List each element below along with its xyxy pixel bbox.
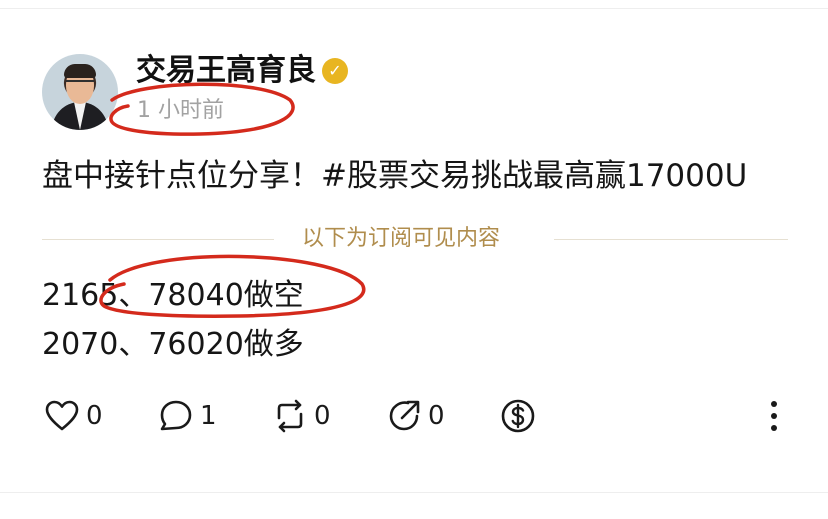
like-count: 0 — [86, 401, 103, 431]
repost-icon — [277, 399, 303, 433]
avatar-hair — [64, 64, 96, 78]
share-button[interactable]: 0 — [386, 396, 445, 436]
content-line-short: 2165、78040做空 — [42, 278, 304, 313]
bottom-divider — [0, 492, 828, 519]
verified-badge-icon: ✓ — [322, 58, 348, 84]
avatar[interactable] — [42, 54, 118, 130]
more-options-button[interactable] — [762, 396, 786, 436]
repost-button[interactable]: 0 — [272, 396, 331, 436]
repost-count: 0 — [314, 401, 331, 431]
share-icon — [389, 400, 420, 431]
divider-line-left — [42, 239, 274, 240]
tip-button[interactable] — [500, 396, 536, 436]
like-button[interactable]: 0 — [44, 396, 103, 436]
red-annotation-overlay — [99, 82, 366, 318]
more-vertical-icon — [771, 401, 777, 431]
tip-dollar-icon — [501, 399, 535, 433]
comment-count: 1 — [200, 401, 217, 431]
post-text: 盘中接针点位分享！#股票交易挑战最高赢17000U — [42, 158, 748, 194]
subscription-divider-label: 以下为订阅可见内容 — [302, 226, 501, 251]
divider-line-right — [554, 239, 788, 240]
content-line-long: 2070、76020做多 — [42, 327, 304, 362]
avatar-glasses — [66, 80, 94, 89]
heart-icon — [45, 400, 79, 431]
share-count: 0 — [428, 401, 445, 431]
author-name[interactable]: 交易王高育良 — [136, 52, 316, 90]
top-divider — [0, 0, 828, 9]
comment-button[interactable]: 1 — [158, 396, 217, 436]
post-timestamp: 1 小时前 — [137, 98, 224, 123]
comment-icon — [160, 400, 192, 431]
